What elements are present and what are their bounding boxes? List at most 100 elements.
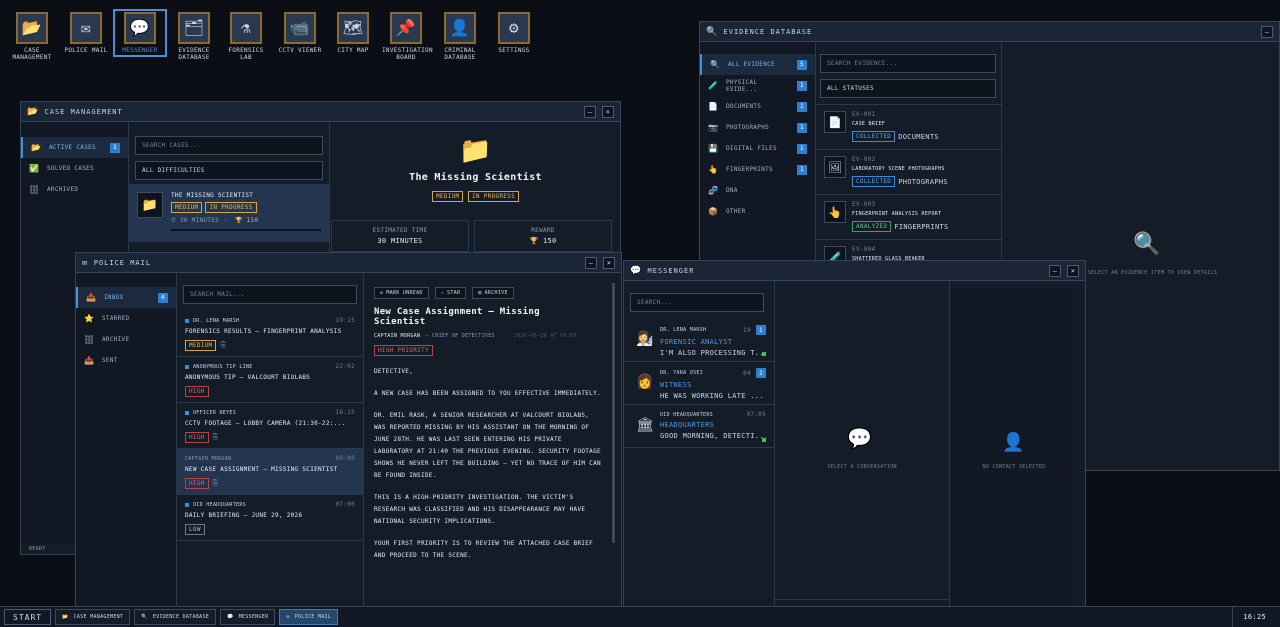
contact-empty-text: NO CONTACT SELECTED [982, 464, 1046, 470]
pin-board-icon: 📌 [390, 12, 422, 44]
nav-label: OTHER [726, 208, 746, 215]
nav-sent[interactable]: 📤 SENT [76, 350, 176, 371]
nav-label: PHYSICAL EVIDE... [726, 78, 758, 93]
close-button[interactable]: × [602, 105, 614, 118]
taskbar-police-mail[interactable]: ✉ POLICE MAIL [279, 609, 339, 625]
archive-button[interactable]: ▤ ARCHIVE [472, 287, 514, 299]
mail-time: 09:00 [335, 455, 355, 462]
evidence-type: DOCUMENTS [898, 132, 939, 141]
online-indicator [762, 438, 766, 442]
mail-paragraph: YOUR FIRST PRIORITY IS TO REVIEW THE ATT… [374, 540, 594, 559]
minimize-button[interactable]: – [1049, 264, 1061, 277]
folder-icon: 📂 [62, 614, 69, 620]
close-button[interactable]: × [603, 256, 615, 269]
system-clock: 16:25 [1232, 606, 1276, 627]
minimize-button[interactable]: – [584, 105, 596, 118]
window-titlebar[interactable]: 📂 CASE MANAGEMENT – × [21, 102, 620, 122]
inbox-icon: 📥 [86, 293, 97, 302]
window-title: MESSENGER [647, 266, 695, 275]
nav-inbox[interactable]: 📥 INBOX 4 [76, 287, 176, 308]
difficulty-filter-select[interactable]: ALL DIFFICULTIES [135, 161, 323, 180]
chat-icon: 💬 [630, 265, 642, 276]
window-titlebar[interactable]: 💬 MESSENGER – × [624, 261, 1085, 281]
fingerprint-icon: 👆 [824, 201, 846, 223]
nav-starred[interactable]: ⭐ STARRED [76, 308, 176, 329]
case-management-desktop-icon[interactable]: 📂 CASE MANAGEMENT [8, 12, 56, 61]
nav-dna[interactable]: 🧬 DNA [700, 180, 815, 201]
settings-desktop-icon[interactable]: ⚙ SETTINGS [490, 12, 538, 54]
taskbar-messenger[interactable]: 💬 MESSENGER [220, 609, 276, 625]
mail-time: 22:02 [335, 363, 355, 370]
city-map-desktop-icon[interactable]: 🗺 CITY MAP [329, 12, 377, 54]
mail-list-item[interactable]: DR. LENA MARSH 19:15 FORENSICS RESULTS — … [177, 311, 363, 357]
nav-digital-files[interactable]: 💾 DIGITAL FILES 1 [700, 138, 815, 159]
nav-all-evidence[interactable]: 🔍 ALL EVIDENCE 5 [700, 54, 815, 75]
nav-documents[interactable]: 📄 DOCUMENTS 1 [700, 96, 815, 117]
evidence-item[interactable]: 👆 EV-003 FINGERPRINT ANALYSIS REPORT ANA… [816, 194, 1001, 239]
priority-badge: HIGH PRIORITY [374, 345, 433, 356]
window-titlebar[interactable]: ✉ POLICE MAIL – × [76, 253, 621, 273]
headquarters-building-icon: 🏛 [636, 417, 655, 433]
folder-icon: 📁 [459, 136, 492, 166]
gear-icon: ⚙ [498, 12, 530, 44]
mail-list-item-selected[interactable]: CAPTAIN MORGAN 09:00 NEW CASE ASSIGNMENT … [177, 449, 363, 495]
investigation-board-desktop-icon[interactable]: 📌 INVESTIGATION BOARD [382, 12, 433, 61]
case-search-input[interactable]: SEARCH CASES... [135, 136, 323, 155]
minimize-button[interactable]: – [585, 256, 597, 269]
mail-list-item[interactable]: OFFICER REYES 18:15 CCTV FOOTAGE — LOBBY … [177, 403, 363, 449]
criminal-database-desktop-icon[interactable]: 👤 CRIMINAL DATABASE [436, 12, 484, 61]
window-titlebar[interactable]: 🔍 EVIDENCE DATABASE – [700, 22, 1279, 42]
evidence-item[interactable]: 🖼 EV-002 LABORATORY SCENE PHOTOGRAPHS CO… [816, 149, 1001, 194]
unread-dot [185, 318, 189, 323]
paperclip-icon: ⎘ [220, 341, 227, 349]
police-mail-desktop-icon[interactable]: ✉ POLICE MAIL [62, 12, 110, 54]
estimated-time-card: ESTIMATED TIME 30 MINUTES [331, 220, 469, 252]
conversation-item[interactable]: 👩 DR. YARA OSEI 04 2 WITNESS HE WAS WORKIN… [624, 362, 774, 405]
close-button[interactable]: × [1067, 264, 1079, 277]
desktop-icon-label: EVIDENCE DATABASE [178, 47, 210, 61]
evidence-search-input[interactable]: SEARCH EVIDENCE... [820, 54, 996, 73]
start-button[interactable]: START [4, 609, 52, 625]
dna-icon: 🧬 [708, 186, 719, 195]
conversation-item[interactable]: 🏛 OID HEADQUARTERS 07:05 HEADQUARTERS GOO… [624, 405, 774, 448]
nav-other[interactable]: 📦 OTHER [700, 201, 815, 222]
taskbar-evidence-database[interactable]: 🔍 EVIDENCE DATABASE [134, 609, 217, 625]
contact-name: DR. YARA OSEI [660, 370, 704, 376]
window-title: POLICE MAIL [93, 258, 152, 267]
mail-icon: ✉ [286, 614, 290, 620]
nav-active-cases[interactable]: 📂 ACTIVE CASES 1 [21, 137, 128, 158]
star-button[interactable]: ☆ STAR [434, 287, 467, 299]
taskbar-case-management[interactable]: 📂 CASE MANAGEMENT [55, 609, 131, 625]
status-filter-select[interactable]: ALL STATUSES [820, 79, 996, 98]
minimize-button[interactable]: – [1261, 25, 1273, 38]
forensics-lab-desktop-icon[interactable]: ⚗ FORENSICS LAB [222, 12, 270, 61]
cctv-viewer-desktop-icon[interactable]: 📹 CCTV VIEWER [276, 12, 324, 54]
mail-list-item[interactable]: ANONYMOUS TIP LINE 22:02 ANONYMOUS TIP — … [177, 357, 363, 403]
nav-physical-evidence[interactable]: 🧪 PHYSICAL EVIDE... 1 [700, 75, 815, 96]
evidence-id: EV-004 [852, 246, 876, 253]
microscope-icon: ⚗ [230, 12, 262, 44]
nav-archived[interactable]: 🗄 ARCHIVED [21, 179, 128, 200]
nav-label: STARRED [102, 315, 130, 322]
mail-paragraph: DR. EMIL RASK, A SENIOR RESEARCHER AT VA… [374, 412, 601, 479]
messenger-search-input[interactable]: SEARCH... [630, 293, 764, 312]
count-badge: 1 [797, 80, 807, 91]
mark-unread-button[interactable]: ✉ MARK UNREAD [374, 287, 429, 299]
mail-search-input[interactable]: SEARCH MAIL... [183, 285, 357, 304]
message-preview: GOOD MORNING, DETECTI... [660, 432, 766, 440]
status-badge: IN PROGRESS [205, 202, 257, 213]
nav-photographs[interactable]: 📷 PHOTOGRAPHS 1 [700, 117, 815, 138]
mail-time: 19:15 [335, 317, 355, 324]
check-icon: ✅ [29, 164, 40, 173]
case-list-item[interactable]: 📁 THE MISSING SCIENTIST MEDIUM IN PROGRE… [129, 184, 329, 242]
mail-list-item[interactable]: OID HEADQUARTERS 07:00 DAILY BRIEFING — J… [177, 495, 363, 541]
nav-fingerprints[interactable]: 👆 FINGERPRINTS 1 [700, 159, 815, 180]
evidence-item[interactable]: 📄 EV-001 CASE BRIEF COLLECTED DOCUMENTS [816, 104, 1001, 149]
scrollbar[interactable] [612, 283, 615, 543]
nav-archive[interactable]: 🗄 ARCHIVE [76, 329, 176, 350]
evidence-database-desktop-icon[interactable]: 🗂 EVIDENCE DATABASE [170, 12, 218, 61]
conversation-item[interactable]: 👩‍🔬 DR. LENA MARSH 19 1 FORENSIC ANALYST I… [624, 319, 774, 362]
messenger-desktop-icon[interactable]: 💬 MESSENGER [113, 9, 167, 57]
document-icon: 📄 [708, 102, 719, 111]
nav-solved-cases[interactable]: ✅ SOLVED CASES [21, 158, 128, 179]
